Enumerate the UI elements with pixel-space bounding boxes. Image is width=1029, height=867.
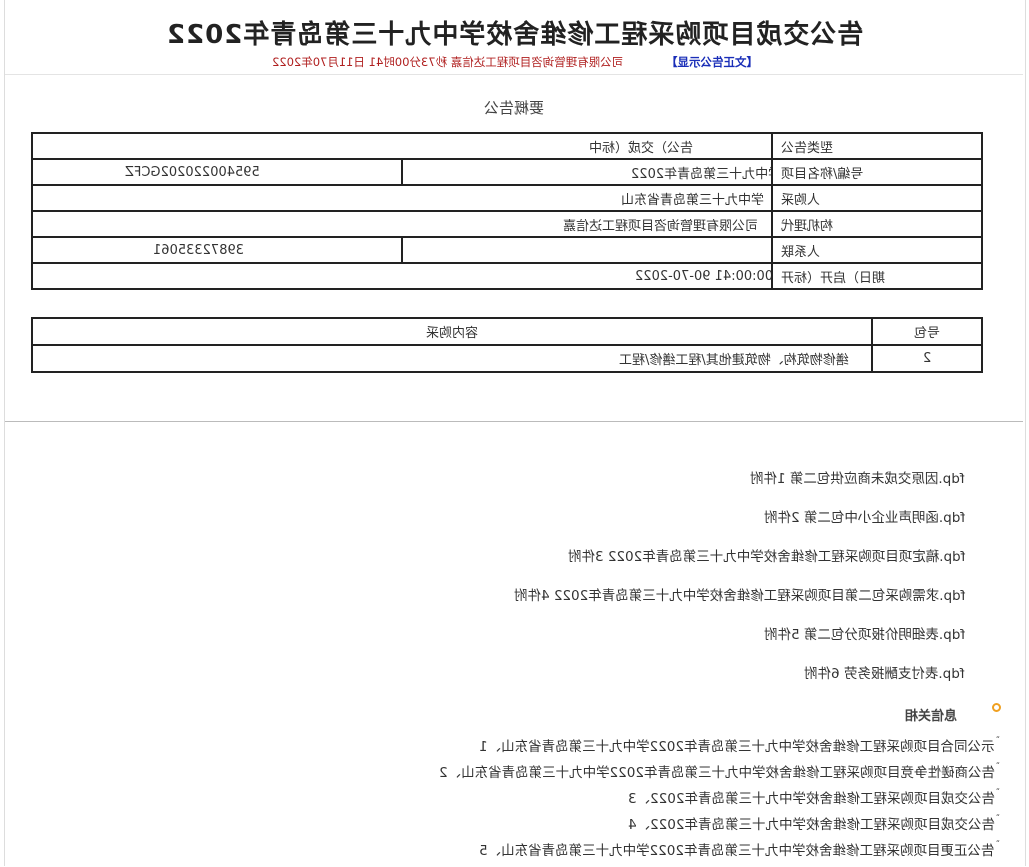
quote-mark-icon: “ [995, 735, 1000, 744]
table-header-row: 容内购采 号包 [31, 317, 983, 346]
related-heading: 息信关相 [905, 709, 958, 724]
table-cell-label: 构机理代 [771, 210, 983, 238]
notice-subline: 司公限有理管询咨目项程工达信嘉 秒73分00时41 日11月70年2022 【文… [0, 54, 1029, 70]
column-header-package-no: 号包 [871, 317, 983, 346]
table-cell-label: 人系联 [771, 236, 983, 264]
quote-mark-icon: “ [995, 839, 1000, 848]
table-row: 司公限有理管询咨目项程工达信嘉 构机理代 [31, 210, 983, 238]
page-title-text: 告公交成目项购采程工修维舍校学中九十三第岛青年2022 [165, 20, 864, 50]
table-row: 00:00:41 90-70-2022 期日）启开（标开 [31, 262, 983, 290]
page-title: 告公交成目项购采程工修维舍校学中九十三第岛青年2022 [0, 14, 1029, 51]
attachment-link[interactable]: fdp.表付支酬报务劳 6件附 [0, 662, 965, 682]
related-link[interactable]: 告公交成目项购采程工修维舍校学中九十三第岛青年2022、3“ [0, 787, 1000, 807]
related-link[interactable]: 示公同合目项购采程工修维舍校学中九十三第岛青年2022学中九十三第岛青省东山、1… [0, 735, 1000, 755]
attachment-link[interactable]: fdp.表细明价报项分包二第 5件附 [0, 623, 965, 643]
table-row: 缮修物筑构、物筑建他其/程工缮修/程工 2 [31, 344, 983, 373]
package-no-cell: 2 [871, 344, 983, 373]
table-cell-value: 涛周 [401, 236, 773, 264]
table-row: 595400220202GCFZ 目项购采程工修维舍校学中九十三第岛青年2022… [31, 158, 983, 186]
summary-heading: 要概告公 [0, 97, 1029, 118]
table-cell-value: 告公）交成（标中 [31, 132, 773, 160]
related-link[interactable]: 告公商磋性争竞目项购采程工修维舍校学中九十三第岛青年2022学中九十三第岛青省东… [0, 761, 1000, 781]
package-content-cell: 缮修物筑构、物筑建他其/程工缮修/程工 [31, 344, 873, 373]
quote-mark-icon: “ [995, 787, 1000, 796]
table-cell-label: 人购采 [771, 184, 983, 212]
attachment-link[interactable]: fdp.求需购采包二第目项购采程工修维舍校学中九十三第岛青年2022 4件附 [0, 584, 965, 604]
attachment-link[interactable]: fdp.稿定项目项购采程工修维舍校学中九十三第岛青年2022 3件附 [0, 545, 965, 565]
table-cell-extra: 595400220202GCFZ [31, 158, 403, 186]
table-row: 学中九十三第岛青省东山 人购采 [31, 184, 983, 212]
related-link[interactable]: 告公正更目项购采程工修维舍校学中九十三第岛青年2022学中九十三第岛青省东山、5… [0, 839, 1000, 859]
table-cell-label: 期日）启开（标开 [771, 262, 983, 290]
table-cell-label: 号编/称名目项 [771, 158, 983, 186]
table-row: 告公）交成（标中 型类告公 [31, 132, 983, 160]
quote-mark-icon: “ [995, 813, 1000, 822]
table-cell-value: 司公限有理管询咨目项程工达信嘉 [31, 210, 773, 238]
table-cell-extra: 39872335061 [31, 236, 403, 264]
related-link[interactable]: 告公交成目项购采程工修维舍校学中九十三第岛青年2022、4“ [0, 813, 1000, 833]
summary-table: 告公）交成（标中 型类告公 595400220202GCFZ 目项购采程工修维舍… [31, 132, 983, 290]
table-cell-label: 型类告公 [771, 132, 983, 160]
table-cell-value: 目项购采程工修维舍校学中九十三第岛青年2022 [401, 158, 773, 186]
package-table: 容内购采 号包 缮修物筑构、物筑建他其/程工缮修/程工 2 [31, 317, 983, 373]
table-cell-value: 学中九十三第岛青省东山 [31, 184, 773, 212]
attachment-link[interactable]: fdp.函明声业企小中包二第 2件附 [0, 506, 965, 526]
table-row: 39872335061 涛周 人系联 [31, 236, 983, 264]
header-divider [5, 74, 1023, 75]
attachment-link[interactable]: fdp.因原交成未商应供包二第 1件附 [0, 467, 965, 487]
table-cell-value: 00:00:41 90-70-2022 [31, 262, 773, 290]
show-original-link[interactable]: 【文正告公示显】 [666, 54, 758, 70]
column-header-content: 容内购采 [31, 317, 873, 346]
publish-meta: 司公限有理管询咨目项程工达信嘉 秒73分00时41 日11月70年2022 [272, 55, 624, 69]
quote-mark-icon: “ [995, 761, 1000, 770]
summary-heading-text: 要概告公 [484, 99, 545, 117]
section-divider [5, 421, 1023, 422]
